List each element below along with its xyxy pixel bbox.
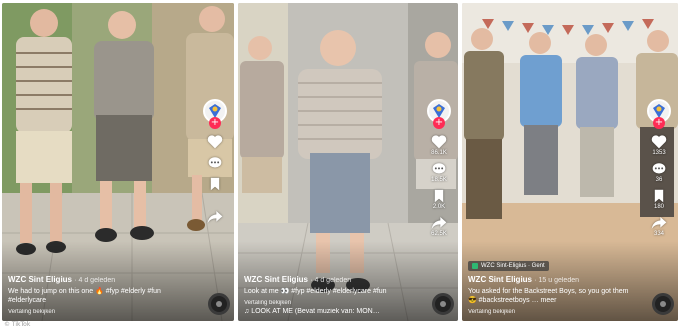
like-button[interactable]: 86.1K xyxy=(431,135,447,156)
video-card-2[interactable]: + 86.1K 18.5K 2.0K 62.5K WZC Sint Eligiu… xyxy=(238,3,458,321)
bookmark-icon xyxy=(434,189,444,203)
comment-button[interactable] xyxy=(207,156,223,171)
share-button[interactable]: 334 xyxy=(651,216,667,237)
share-button[interactable]: 62.5K xyxy=(431,216,447,237)
author-line: WZC Sint Eligius · 4 d geleden xyxy=(8,275,194,284)
share-icon xyxy=(651,217,667,229)
like-count: 86.1K xyxy=(431,150,447,156)
music-disc-icon[interactable] xyxy=(208,293,230,315)
post-age: · 4 d geleden xyxy=(310,277,352,284)
bookmark-icon xyxy=(654,189,664,203)
follow-button[interactable]: + xyxy=(433,117,445,129)
bookmark-icon xyxy=(210,177,220,191)
post-age: · 4 d geleden xyxy=(74,277,116,284)
save-button[interactable]: 180 xyxy=(653,189,665,210)
comment-icon xyxy=(208,157,222,168)
music-disc-icon[interactable] xyxy=(432,293,454,315)
caption: WZC Sint-Eligius · Gent WZC Sint Eligius… xyxy=(468,256,638,315)
sound-title[interactable]: ♫ LOOK AT ME (Bevat muziek van: MON… xyxy=(244,308,418,315)
comment-icon xyxy=(432,163,446,174)
see-translation-link[interactable]: Vertaling bekijken xyxy=(8,309,194,315)
comment-count: 18.5K xyxy=(431,177,447,183)
heart-icon xyxy=(207,135,223,149)
share-count: 334 xyxy=(653,231,664,237)
like-button[interactable]: 1353 xyxy=(651,135,667,156)
comment-button[interactable]: 36 xyxy=(651,162,667,183)
share-button[interactable] xyxy=(207,210,223,225)
music-disc-icon[interactable] xyxy=(652,293,674,315)
post-age: · 15 u geleden xyxy=(534,277,579,284)
share-icon xyxy=(207,211,223,223)
save-count: 2.0K xyxy=(432,204,446,210)
save-button[interactable]: 2.0K xyxy=(433,189,445,210)
video-description: You asked for the Backstreet Boys, so yo… xyxy=(468,288,629,304)
like-count: 1353 xyxy=(652,150,666,156)
location-label: WZC Sint-Eligius · Gent xyxy=(481,263,545,269)
author-name[interactable]: WZC Sint Eligius xyxy=(8,275,72,284)
caption: WZC Sint Eligius · 4 d geleden We had to… xyxy=(8,275,194,315)
comment-count: 36 xyxy=(655,177,663,183)
comment-button[interactable]: 18.5K xyxy=(431,162,447,183)
share-icon xyxy=(431,217,447,229)
location-tag[interactable]: WZC Sint-Eligius · Gent xyxy=(468,261,549,271)
share-count: 62.5K xyxy=(431,231,447,237)
video-description: Look at me 👀 #fyp #elderly #elderlycare … xyxy=(244,288,387,295)
author-line: WZC Sint Eligius · 4 d geleden xyxy=(244,275,418,284)
save-button[interactable] xyxy=(209,177,221,192)
heart-icon xyxy=(431,135,447,149)
action-rail: + 1353 36 180 334 xyxy=(644,99,674,237)
caption: WZC Sint Eligius · 4 d geleden Look at m… xyxy=(244,275,418,315)
like-button[interactable] xyxy=(207,135,223,150)
action-rail: + 86.1K 18.5K 2.0K 62.5K xyxy=(424,99,454,237)
follow-button[interactable]: + xyxy=(209,117,221,129)
save-count: 180 xyxy=(653,204,664,210)
comment-icon xyxy=(652,163,666,174)
author-name[interactable]: WZC Sint Eligius xyxy=(244,275,308,284)
follow-button[interactable]: + xyxy=(653,117,665,129)
tiktok-watermark: © TikTok xyxy=(4,321,31,328)
see-translation-link[interactable]: Vertaling bekijken xyxy=(244,300,418,306)
location-pin-icon xyxy=(472,263,478,269)
heart-icon xyxy=(651,135,667,149)
video-description: We had to jump on this one 🔥 #fyp #elder… xyxy=(8,288,161,304)
see-translation-link[interactable]: Vertaling bekijken xyxy=(468,309,638,315)
action-rail: + xyxy=(200,99,230,225)
author-line: WZC Sint Eligius · 15 u geleden xyxy=(468,275,638,284)
video-card-1[interactable]: + WZC Sint Eligius · 4 d geleden We had … xyxy=(2,3,234,321)
author-name[interactable]: WZC Sint Eligius xyxy=(468,275,532,284)
video-card-3[interactable]: + 1353 36 180 334 WZC Sint-Eligius · Gen… xyxy=(462,3,678,321)
